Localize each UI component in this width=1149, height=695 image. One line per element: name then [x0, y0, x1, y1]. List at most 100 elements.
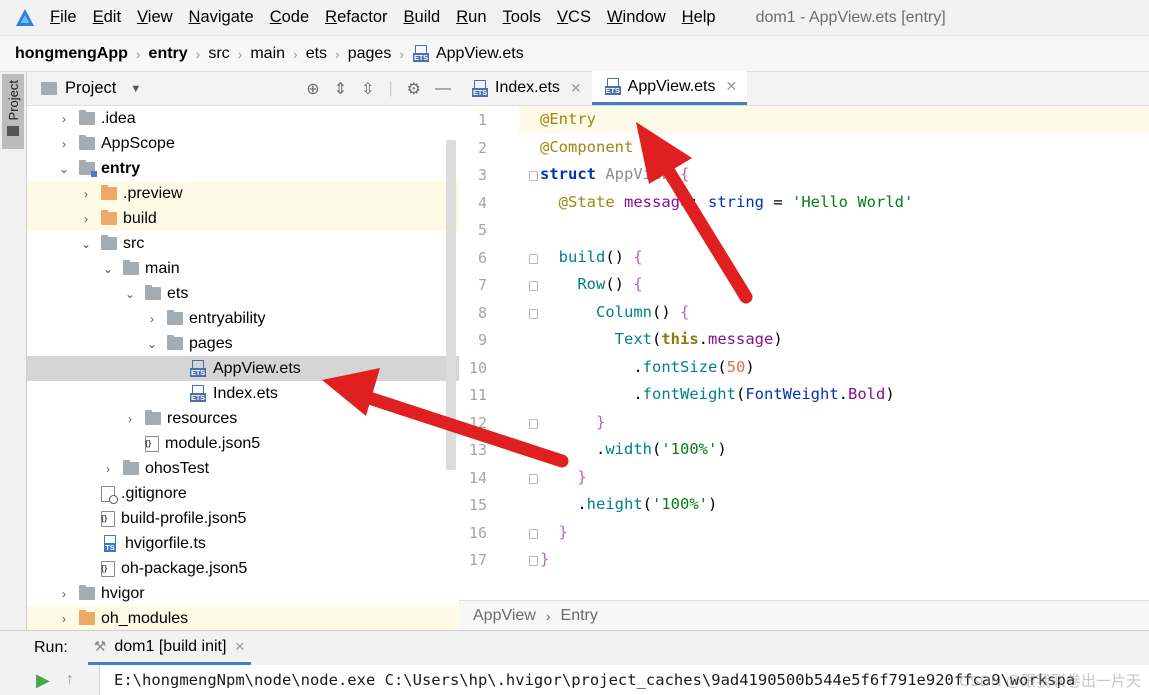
chevron-right-icon[interactable]: › — [57, 587, 71, 601]
project-tool-tab[interactable]: Project — [2, 74, 24, 149]
menu-item-navigate[interactable]: Navigate — [189, 8, 254, 27]
close-icon[interactable]: ✕ — [725, 78, 737, 95]
expand-all-icon[interactable]: ⇕ — [334, 79, 347, 99]
excluded-folder-icon — [101, 185, 117, 200]
tree-item-label: hvigorfile.ts — [125, 534, 206, 552]
tree-item-label: build-profile.json5 — [121, 509, 247, 527]
tree-item-build[interactable]: › build — [27, 206, 459, 231]
fold-marker-icon[interactable] — [529, 281, 538, 291]
menu-item-refactor[interactable]: Refactor — [325, 8, 387, 27]
tree-item-oh-package-json5[interactable]: oh-package.json5 — [27, 556, 459, 581]
breadcrumb-src[interactable]: src — [208, 45, 229, 63]
tree-item-appscope[interactable]: › AppScope — [27, 131, 459, 156]
breadcrumb: hongmengApp › entry › src › main › ets ›… — [0, 36, 1149, 72]
fold-marker-icon[interactable] — [529, 473, 538, 484]
chevron-down-icon[interactable]: ⌄ — [145, 337, 159, 351]
chevron-right-icon[interactable]: › — [123, 412, 137, 426]
chevron-right-icon[interactable]: › — [57, 112, 71, 126]
fold-marker-icon[interactable] — [529, 171, 538, 181]
line-number: 1 — [477, 111, 487, 129]
project-view-selector[interactable]: Project ▼ — [41, 79, 141, 98]
fold-marker-icon[interactable] — [529, 418, 538, 429]
tab-appview-ets[interactable]: ETS AppView.ets ✕ — [591, 71, 748, 105]
tree-item-resources[interactable]: › resources — [27, 406, 459, 431]
tree-item-gitignore[interactable]: .gitignore — [27, 481, 459, 506]
code-line: } — [596, 412, 606, 431]
tree-item-entryability[interactable]: › entryability — [27, 306, 459, 331]
breadcrumb-ets[interactable]: ets — [306, 45, 327, 63]
play-icon[interactable]: ▶ — [36, 670, 50, 691]
tree-scrollbar[interactable] — [446, 140, 456, 470]
tree-item-appview-ets[interactable]: ETS AppView.ets — [27, 356, 459, 381]
breadcrumb-pages[interactable]: pages — [348, 45, 392, 63]
code-line: @Component — [540, 137, 634, 156]
fold-marker-icon[interactable] — [529, 556, 538, 566]
collapse-all-icon[interactable]: ⇳ — [361, 79, 374, 99]
breadcrumb-entry[interactable]: entry — [149, 45, 188, 63]
menu-item-file[interactable]: File — [50, 8, 77, 27]
tree-item-entry[interactable]: ⌄ entry — [27, 156, 459, 181]
fold-marker-icon[interactable] — [529, 308, 538, 319]
breadcrumb-hongmengapp[interactable]: hongmengApp — [15, 45, 128, 63]
line-number: 10 — [468, 358, 487, 377]
tree-item-ohostest[interactable]: › ohosTest — [27, 456, 459, 481]
chevron-right-icon[interactable]: › — [57, 612, 71, 626]
fold-marker-icon[interactable] — [529, 253, 538, 264]
tree-item-module-json5[interactable]: module.json5 — [27, 431, 459, 456]
tree-item-hvigor[interactable]: › hvigor — [27, 581, 459, 606]
tree-item-pages[interactable]: ⌄ pages — [27, 331, 459, 356]
ets-file-icon: ETS — [189, 385, 207, 402]
menu-item-run[interactable]: Run — [456, 8, 486, 27]
chevron-down-icon[interactable]: ⌄ — [123, 287, 137, 301]
footer-path-entry[interactable]: Entry — [561, 607, 598, 625]
chevron-right-icon[interactable]: › — [79, 212, 93, 226]
menu-mnemonic: R — [456, 8, 469, 26]
code-line: } — [540, 550, 550, 568]
tree-item-build-profile-json5[interactable]: build-profile.json5 — [27, 506, 459, 531]
code-line: Row() { — [577, 275, 643, 293]
close-icon[interactable]: ✕ — [570, 80, 582, 97]
menu-item-build[interactable]: Build — [404, 8, 441, 27]
chevron-down-icon[interactable]: ⌄ — [79, 237, 93, 251]
tree-item-idea[interactable]: › .idea — [27, 106, 459, 131]
run-tab-dom1[interactable]: ⚒ dom1 [build init] ✕ — [87, 631, 252, 665]
tree-item-oh-modules[interactable]: › oh_modules — [27, 606, 459, 630]
gear-icon[interactable]: ⚙ — [407, 79, 421, 99]
chevron-down-icon[interactable]: ⌄ — [57, 162, 71, 176]
chevron-right-icon[interactable]: › — [79, 187, 93, 201]
breadcrumb-appview[interactable]: ETS AppView.ets — [412, 45, 524, 63]
tree-item-ets[interactable]: ⌄ ets — [27, 281, 459, 306]
menu-item-window[interactable]: Window — [607, 8, 666, 27]
menu-item-tools[interactable]: Tools — [503, 8, 542, 27]
chevron-right-icon[interactable]: › — [57, 137, 71, 151]
menu-item-code[interactable]: Code — [270, 8, 309, 27]
breadcrumb-main[interactable]: main — [250, 45, 285, 63]
line-number: 8 — [477, 303, 487, 322]
arrow-up-icon[interactable]: ↑ — [66, 671, 74, 689]
code-line: Text(this.message) — [614, 330, 783, 348]
tree-item-main[interactable]: ⌄ main — [27, 256, 459, 281]
chevron-right-icon[interactable]: › — [101, 462, 115, 476]
close-icon[interactable]: ✕ — [234, 639, 245, 655]
footer-path-appview[interactable]: AppView — [473, 607, 536, 625]
minimize-icon[interactable]: — — [435, 80, 451, 98]
chevron-right-icon[interactable]: › — [145, 312, 159, 326]
locate-icon[interactable]: ⊕ — [306, 79, 319, 99]
divider: | — [388, 80, 393, 97]
menu-item-view[interactable]: View — [137, 8, 172, 27]
tree-item-preview[interactable]: › .preview — [27, 181, 459, 206]
menu-item-edit[interactable]: Edit — [93, 8, 121, 27]
menu-item-vcs[interactable]: VCS — [557, 8, 591, 27]
code-line: Column() { — [596, 302, 690, 321]
menu-item-help[interactable]: Help — [682, 8, 716, 27]
folder-icon — [123, 260, 139, 275]
line-number: 9 — [477, 331, 487, 349]
editor-breadcrumb: AppView › Entry — [459, 600, 1149, 630]
fold-marker-icon[interactable] — [529, 528, 538, 539]
tree-item-src[interactable]: ⌄ src — [27, 231, 459, 256]
chevron-down-icon[interactable]: ⌄ — [101, 262, 115, 276]
tab-index-ets[interactable]: ETS Index.ets ✕ — [459, 71, 592, 105]
tree-item-hvigorfile-ts[interactable]: TS hvigorfile.ts — [27, 531, 459, 556]
tree-item-index-ets[interactable]: ETS Index.ets — [27, 381, 459, 406]
line-number: 16 — [468, 523, 487, 542]
